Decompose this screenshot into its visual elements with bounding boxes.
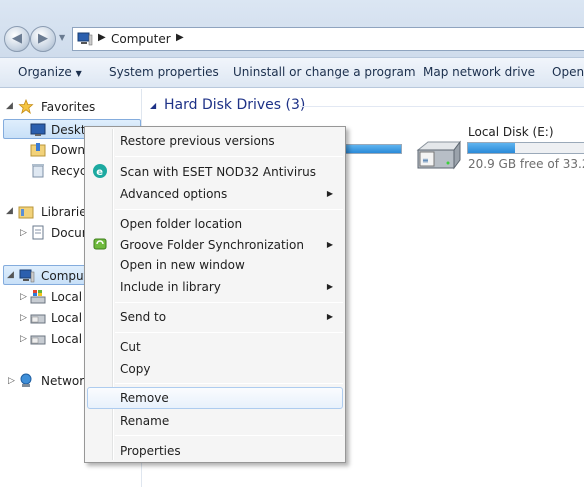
groove-sync-icon xyxy=(93,238,107,250)
menu-item-advanced-options[interactable]: Advanced options ▶ xyxy=(87,183,343,205)
menu-item-label: Copy xyxy=(120,362,151,376)
windows-drive-icon xyxy=(30,290,46,304)
submenu-arrow-icon: ▶ xyxy=(326,189,333,198)
hard-drive-icon xyxy=(30,335,46,345)
menu-item-label: Scan with ESET NOD32 Antivirus xyxy=(120,165,317,179)
collapse-arrow-icon[interactable]: ◢ xyxy=(6,206,13,216)
breadcrumb-computer[interactable]: Computer xyxy=(111,32,171,46)
context-menu: Restore previous versions e Scan with ES… xyxy=(84,126,346,463)
menu-item-label: Restore previous versions xyxy=(120,134,275,148)
menu-separator xyxy=(115,302,343,303)
menu-separator xyxy=(115,435,343,436)
libraries-icon xyxy=(18,206,34,219)
nav-favorites-label: Favorites xyxy=(41,100,96,114)
menu-item-scan-eset[interactable]: e Scan with ESET NOD32 Antivirus xyxy=(87,161,343,183)
menu-item-include-in-library[interactable]: Include in library ▶ xyxy=(87,276,343,298)
menu-item-cut[interactable]: Cut xyxy=(87,336,343,358)
menu-item-properties[interactable]: Properties xyxy=(87,440,343,462)
hard-drive-icon xyxy=(30,314,46,324)
menu-item-send-to[interactable]: Send to ▶ xyxy=(87,306,343,328)
menu-item-label: Cut xyxy=(120,340,141,354)
breadcrumb-separator-icon[interactable]: ▶ xyxy=(176,32,184,43)
computer-icon xyxy=(77,32,93,46)
forward-button[interactable]: ▶ xyxy=(30,26,56,52)
menu-item-label: Groove Folder Synchronization xyxy=(120,238,304,252)
menu-item-open-folder-location[interactable]: Open folder location xyxy=(87,213,343,235)
expand-arrow-icon[interactable]: ▷ xyxy=(20,334,27,344)
recycle-bin-icon xyxy=(32,164,44,178)
star-icon xyxy=(18,99,34,114)
submenu-arrow-icon: ▶ xyxy=(326,282,333,291)
back-button[interactable]: ◀ xyxy=(4,26,30,52)
back-arrow-icon: ◀ xyxy=(12,31,22,46)
organize-menu[interactable]: Organize ▼ xyxy=(18,65,82,79)
uninstall-program-button[interactable]: Uninstall or change a program xyxy=(233,65,416,79)
group-collapse-icon[interactable]: ◢ xyxy=(150,101,156,110)
desktop-icon xyxy=(30,123,46,136)
network-icon xyxy=(20,373,32,387)
collapse-arrow-icon[interactable]: ◢ xyxy=(6,101,13,111)
menu-item-copy[interactable]: Copy xyxy=(87,358,343,380)
recent-pages-dropdown-icon[interactable]: ▼ xyxy=(59,33,65,42)
group-divider xyxy=(300,106,584,107)
menu-item-label: Include in library xyxy=(120,280,221,294)
command-toolbar: Organize ▼ System properties Uninstall o… xyxy=(0,58,584,88)
downloads-folder-icon xyxy=(30,143,46,157)
breadcrumb-separator-icon[interactable]: ▶ xyxy=(98,32,106,43)
menu-separator xyxy=(115,209,343,210)
svg-text:≡: ≡ xyxy=(422,156,429,165)
dropdown-arrow-icon: ▼ xyxy=(75,69,82,78)
title-bar: ◀ ▶ ▼ ▶ Computer ▶ xyxy=(0,0,584,58)
expand-arrow-icon[interactable]: ▷ xyxy=(20,292,27,302)
drive-e-capacity-fill xyxy=(468,143,516,153)
system-properties-button[interactable]: System properties xyxy=(109,65,219,79)
menu-item-restore-previous-versions[interactable]: Restore previous versions xyxy=(87,130,343,152)
drive-e-name[interactable]: Local Disk (E:) xyxy=(468,125,554,139)
menu-item-label: Send to xyxy=(120,310,167,324)
map-network-drive-button[interactable]: Map network drive xyxy=(423,65,535,79)
open-button[interactable]: Open xyxy=(552,65,584,79)
menu-item-label: Advanced options xyxy=(120,187,228,201)
menu-item-label: Open folder location xyxy=(120,217,243,231)
menu-item-remove[interactable]: Remove xyxy=(87,387,343,409)
hard-drive-icon[interactable]: ≡ xyxy=(414,136,462,172)
submenu-arrow-icon: ▶ xyxy=(326,312,333,321)
drive-e-free-space: 20.9 GB free of 33.2 GB xyxy=(468,157,584,171)
forward-arrow-icon: ▶ xyxy=(38,31,48,46)
drive-e-capacity-bar xyxy=(467,142,584,154)
menu-separator xyxy=(115,332,343,333)
expand-arrow-icon[interactable]: ▷ xyxy=(20,228,27,238)
svg-text:e: e xyxy=(96,167,103,178)
collapse-arrow-icon[interactable]: ◢ xyxy=(7,270,14,280)
expand-arrow-icon[interactable]: ▷ xyxy=(20,313,27,323)
menu-separator xyxy=(115,156,343,157)
nav-favorites[interactable]: ◢ Favorites xyxy=(4,97,140,117)
submenu-arrow-icon: ▶ xyxy=(326,240,333,249)
menu-item-open-in-new-window[interactable]: Open in new window xyxy=(87,254,343,276)
menu-separator xyxy=(115,383,343,384)
menu-item-label: Rename xyxy=(120,414,170,428)
address-bar[interactable]: ▶ Computer ▶ xyxy=(72,27,584,51)
group-header-hard-disk-drives[interactable]: Hard Disk Drives (3) xyxy=(164,97,305,113)
menu-item-rename[interactable]: Rename xyxy=(87,410,343,432)
menu-item-label: Properties xyxy=(120,444,181,458)
menu-item-label: Open in new window xyxy=(120,258,245,272)
menu-item-groove-sync[interactable]: Groove Folder Synchronization ▶ xyxy=(87,234,343,256)
drive-capacity-bar xyxy=(340,144,402,154)
expand-arrow-icon[interactable]: ▷ xyxy=(8,376,15,386)
computer-icon xyxy=(19,269,35,283)
drive-capacity-fill xyxy=(341,145,401,153)
organize-label: Organize xyxy=(18,65,72,79)
menu-item-label: Remove xyxy=(120,391,169,405)
documents-icon xyxy=(32,225,44,240)
eset-antivirus-icon: e xyxy=(93,164,107,178)
